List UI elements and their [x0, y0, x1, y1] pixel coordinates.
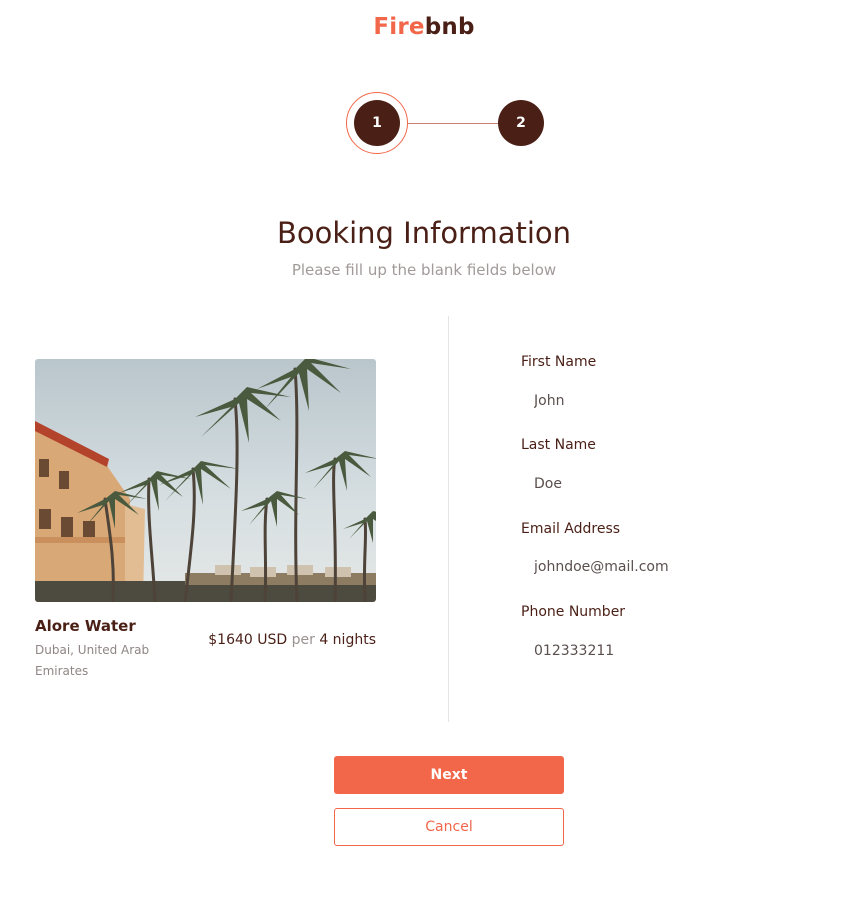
booking-page: Firebnb 1 2 Booking Information Please f… — [0, 0, 848, 898]
brand-logo-fire: Fire — [373, 14, 425, 40]
first-name-label: First Name — [521, 354, 597, 370]
stepper-connector — [408, 123, 498, 124]
email-label: Email Address — [521, 521, 621, 537]
property-location: Dubai, United Arab Emirates — [35, 643, 150, 678]
price-nights: 4 nights — [319, 632, 376, 648]
phone-label: Phone Number — [521, 604, 626, 620]
phone-input[interactable] — [521, 634, 761, 668]
brand-logo[interactable]: Firebnb — [0, 14, 848, 40]
palm-trees-resort-image — [35, 359, 376, 602]
price-per: per — [291, 632, 315, 648]
last-name-input[interactable] — [521, 467, 761, 501]
brand-logo-bnb: bnb — [424, 14, 475, 40]
last-name-label: Last Name — [521, 437, 596, 453]
email-input[interactable] — [521, 550, 761, 584]
step-1: 1 — [354, 100, 400, 146]
page-subtitle: Please fill up the blank fields below — [291, 261, 557, 279]
step-2: 2 — [498, 100, 544, 146]
property-photo — [35, 359, 376, 602]
page-title: Booking Information — [276, 216, 572, 250]
price-amount: $1640 USD — [208, 632, 288, 648]
next-button[interactable]: Next — [334, 756, 564, 794]
cancel-button[interactable]: Cancel — [334, 808, 564, 846]
property-price: $1640 USD per 4 nights — [208, 632, 376, 648]
property-name: Alore Water — [35, 617, 136, 635]
first-name-input[interactable] — [521, 384, 761, 418]
vertical-divider — [448, 316, 449, 722]
